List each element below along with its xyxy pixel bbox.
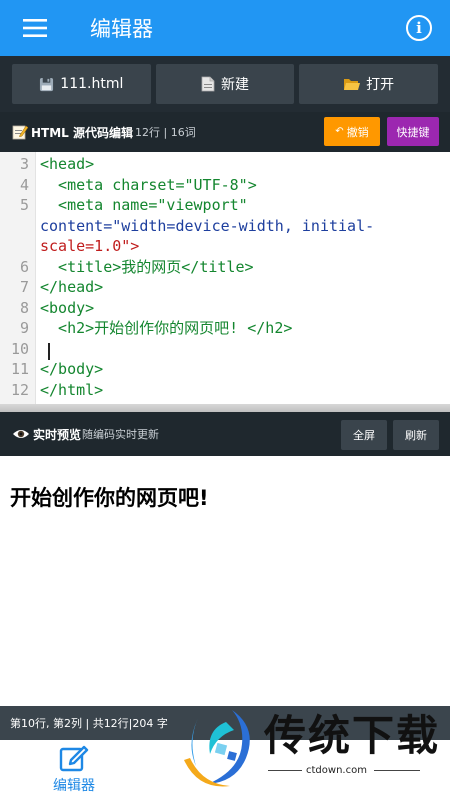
line-number: 3 [19,155,29,173]
fullscreen-button[interactable]: 全屏 [341,420,387,450]
code-text: <body> [40,298,95,317]
undo-label: 撤销 [346,125,369,139]
watermark: 传统下载 ctdown.com [176,698,446,800]
new-button[interactable]: 新建 [155,64,295,104]
source-editor-header: HTML 源代码编辑 12行 | 16词 [0,112,450,152]
line-number: 6 [19,257,29,276]
source-editor-title: HTML 源代码编辑 [31,125,133,140]
nav-item-editor[interactable]: 编辑器 [34,744,114,796]
code-text: </body> [40,360,104,378]
line-number: 7 [19,278,29,296]
file-name-label: 111.html [60,76,124,92]
preview-heading: 开始创作你的网页吧! [10,486,209,510]
folder-icon [344,79,361,90]
code-text: <meta charset="UTF-8"> [40,175,257,194]
nav-label-editor: 编辑器 [53,778,95,794]
eye-icon [13,430,29,438]
code-text: </html> [40,380,104,399]
open-button[interactable]: 打开 [299,64,439,104]
memo-icon [12,125,28,140]
line-word-count: 12行 | 16词 [135,126,196,139]
watermark-rule [268,770,302,771]
line-number: 8 [19,298,29,317]
shortcut-button[interactable]: 快捷键 [387,117,439,146]
line-number: 4 [19,175,29,194]
live-preview: 开始创作你的网页吧! [0,456,450,706]
toolbar: 111.html 新建 打开 [0,56,450,112]
app-title: 编辑器 [90,17,153,41]
line-number: 12 [10,380,29,399]
text-cursor [48,343,50,360]
menu-button[interactable] [0,0,70,56]
watermark-url: ctdown.com [306,765,367,776]
save-file-button[interactable]: 111.html [12,64,151,104]
new-file-icon [201,76,215,92]
line-number: 5 [19,196,29,214]
refresh-button[interactable]: 刷新 [393,420,439,450]
code-text: <meta name="viewport" [40,196,248,214]
watermark-logo [184,710,250,787]
cursor-position-status: 第10行, 第2列 | 共12行|204 字 [10,717,168,730]
open-label: 打开 [366,77,395,93]
info-icon[interactable]: i [406,15,432,41]
app-bar: 编辑器 i [0,0,450,56]
save-icon [40,77,54,91]
preview-title: 实时预览 [33,427,82,442]
line-number: 10 [10,339,29,358]
code-text: </head> [40,278,104,296]
code-text: <head> [40,155,95,173]
shortcut-label: 快捷键 [396,125,430,139]
code-editor[interactable]: 3 <head> 4 <meta charset="UTF-8"> 5 <met… [0,152,450,408]
code-text: <title>我的网页</title> [40,257,254,276]
new-label: 新建 [221,77,249,93]
preview-subtitle: 随编码实时更新 [82,428,160,441]
undo-icon: ↶ [335,126,344,137]
watermark-brand: 传统下载 [264,711,441,760]
fullscreen-label: 全屏 [353,429,375,442]
line-number: 9 [19,319,29,337]
code-text: content="width=device-width, initial- [40,216,375,235]
editor-divider [0,404,450,412]
code-text: <h2>开始创作你的网页吧! </h2> [40,319,293,337]
undo-button[interactable]: ↶ 撤销 [324,117,380,146]
line-number: 11 [10,360,29,378]
watermark-rule [374,770,420,771]
refresh-label: 刷新 [405,429,427,442]
menu-icon [23,19,47,37]
code-text: scale=1.0"> [40,237,140,255]
edit-icon [59,745,89,772]
